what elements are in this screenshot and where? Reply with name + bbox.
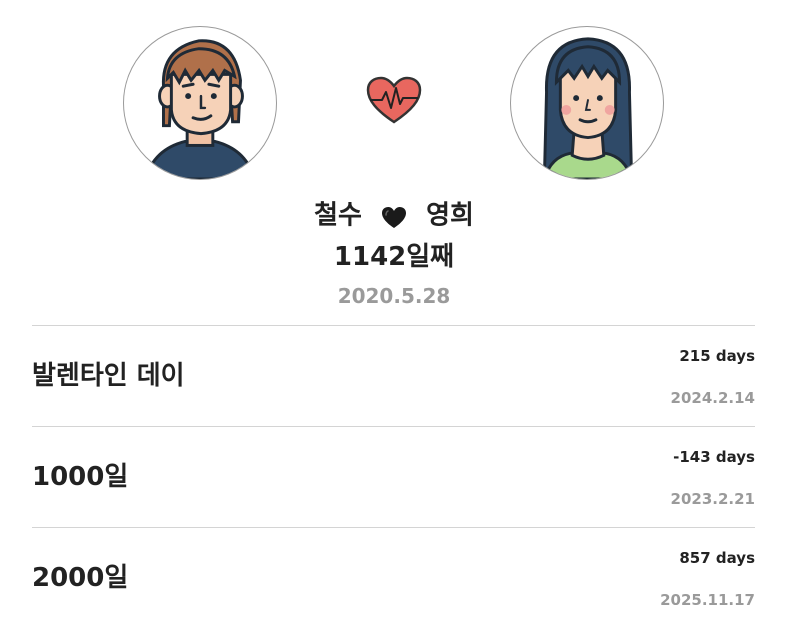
- heartbeat-heart-icon: [366, 76, 422, 126]
- list-item[interactable]: 발렌타인 데이 215 days 2024.2.14: [32, 325, 755, 426]
- girl-avatar[interactable]: [510, 26, 664, 180]
- event-date: 2023.2.21: [670, 490, 755, 508]
- list-item[interactable]: 2000일 857 days 2025.11.17: [32, 527, 755, 628]
- event-days-remaining: -143 days: [673, 448, 755, 466]
- event-name: 1000일: [32, 462, 129, 492]
- black-heart-icon: [381, 204, 407, 228]
- left-name: 철수: [314, 200, 362, 231]
- list-item[interactable]: 1000일 -143 days 2023.2.21: [32, 426, 755, 527]
- event-days-remaining: 857 days: [679, 549, 755, 567]
- couple-header: [0, 26, 788, 182]
- event-name: 2000일: [32, 563, 129, 593]
- boy-avatar-illustration: [144, 39, 256, 179]
- event-name: 발렌타인 데이: [32, 361, 185, 391]
- dday-count: 1142일째: [333, 242, 455, 272]
- couple-names: 철수 영희: [0, 197, 788, 234]
- event-date: 2024.2.14: [670, 389, 755, 407]
- right-name: 영희: [426, 200, 474, 231]
- start-date: 2020.5.28: [337, 284, 451, 308]
- girl-avatar-illustration: [543, 37, 633, 179]
- boy-avatar[interactable]: [123, 26, 277, 180]
- event-date: 2025.11.17: [660, 591, 755, 609]
- event-days-remaining: 215 days: [679, 347, 755, 365]
- anniversary-list: 발렌타인 데이 215 days 2024.2.14 1000일 -143 da…: [32, 325, 755, 628]
